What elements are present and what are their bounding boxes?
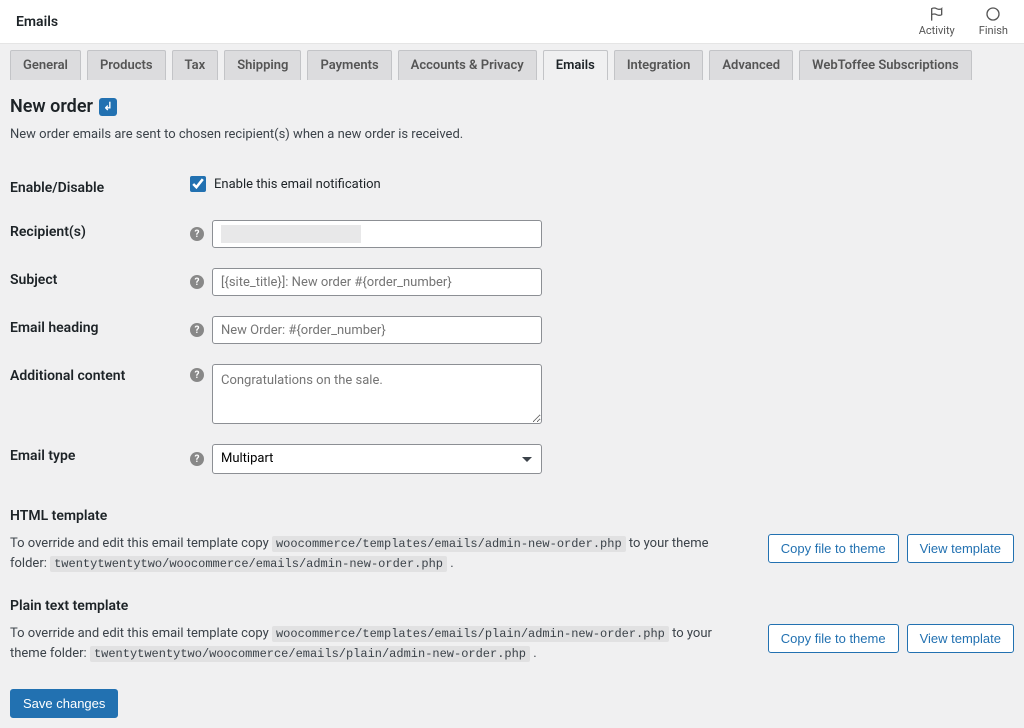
html-template-section: HTML template To override and edit this … [10,508,1014,574]
plain-template-title: Plain text template [10,598,1014,614]
flag-icon [928,6,946,22]
topbar-title: Emails [16,14,58,30]
additional-content-textarea[interactable] [212,364,542,424]
page-description: New order emails are sent to chosen reci… [10,127,1014,142]
html-template-text: To override and edit this email template… [10,534,748,574]
help-icon[interactable]: ? [190,452,204,466]
topbar: Emails Activity Finish [0,0,1024,44]
field-label-type: Email type [10,434,190,484]
tab-integration[interactable]: Integration [614,50,704,80]
help-icon[interactable]: ? [190,275,204,289]
subject-input[interactable] [212,268,542,296]
tab-emails[interactable]: Emails [543,50,608,80]
view-template-button[interactable]: View template [907,624,1014,653]
heading-input[interactable] [212,316,542,344]
content: New order ↲ New order emails are sent to… [0,80,1024,728]
tab-tax[interactable]: Tax [172,50,219,80]
tab-accounts[interactable]: Accounts & Privacy [398,50,537,80]
tab-payments[interactable]: Payments [307,50,391,80]
copy-file-button[interactable]: Copy file to theme [768,534,899,563]
field-label-recipients: Recipient(s) [10,210,190,258]
activity-button[interactable]: Activity [919,6,955,37]
html-template-title: HTML template [10,508,1014,524]
tab-shipping[interactable]: Shipping [224,50,301,80]
enable-checkbox[interactable] [190,176,206,192]
enable-checkbox-label[interactable]: Enable this email notification [214,177,381,192]
finish-button[interactable]: Finish [979,6,1008,37]
copy-file-button[interactable]: Copy file to theme [768,624,899,653]
help-icon[interactable]: ? [190,227,204,241]
field-label-enable: Enable/Disable [10,166,190,210]
circle-icon [984,6,1002,22]
email-type-select[interactable]: Multipart [212,444,542,474]
help-icon[interactable]: ? [190,323,204,337]
field-label-subject: Subject [10,258,190,306]
settings-form: Enable/Disable Enable this email notific… [10,166,1014,484]
field-label-additional: Additional content [10,354,190,434]
back-icon[interactable]: ↲ [99,98,117,116]
recipients-input[interactable] [212,220,542,248]
field-label-heading: Email heading [10,306,190,354]
tabs: GeneralProductsTaxShippingPaymentsAccoun… [0,44,1024,80]
tab-general[interactable]: General [10,50,81,80]
topbar-icons: Activity Finish [919,6,1008,37]
view-template-button[interactable]: View template [907,534,1014,563]
save-button[interactable]: Save changes [10,689,118,718]
page-title: New order [10,96,93,117]
tab-webtoffee[interactable]: WebToffee Subscriptions [799,50,972,80]
plain-template-section: Plain text template To override and edit… [10,598,1014,664]
tab-products[interactable]: Products [87,50,166,80]
tab-advanced[interactable]: Advanced [709,50,793,80]
help-icon[interactable]: ? [190,368,204,382]
plain-template-text: To override and edit this email template… [10,624,748,664]
